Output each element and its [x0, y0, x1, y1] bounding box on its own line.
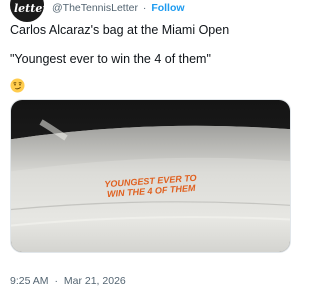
tweet-media-photo[interactable]: YOUNGEST EVER TO WIN THE 4 OF THEM [10, 99, 291, 253]
tweet-timestamp[interactable]: 9:25 AM · Mar 21, 2026 [10, 275, 126, 287]
tweet-text-line-2: "Youngest ever to win the 4 of them" [10, 52, 211, 66]
header-separator: · [142, 2, 147, 14]
tweet-date: Mar 21, 2026 [63, 275, 126, 287]
tweet-text-line-1: Carlos Alcaraz's bag at the Miami Open [10, 23, 230, 37]
smirk-emoji-icon [10, 78, 25, 93]
author-handle[interactable]: @TheTennisLetter [52, 2, 138, 14]
follow-button[interactable]: Follow [151, 2, 184, 14]
footer-separator: · [54, 275, 58, 287]
bag-photo: YOUNGEST EVER TO WIN THE 4 OF THEM [11, 100, 290, 252]
tweet-time: 9:25 AM [10, 275, 49, 287]
avatar-logo-text: letter [14, 2, 44, 15]
author-avatar[interactable]: letter [10, 0, 44, 22]
tweet-header: @TheTennisLetter · Follow [52, 2, 185, 14]
